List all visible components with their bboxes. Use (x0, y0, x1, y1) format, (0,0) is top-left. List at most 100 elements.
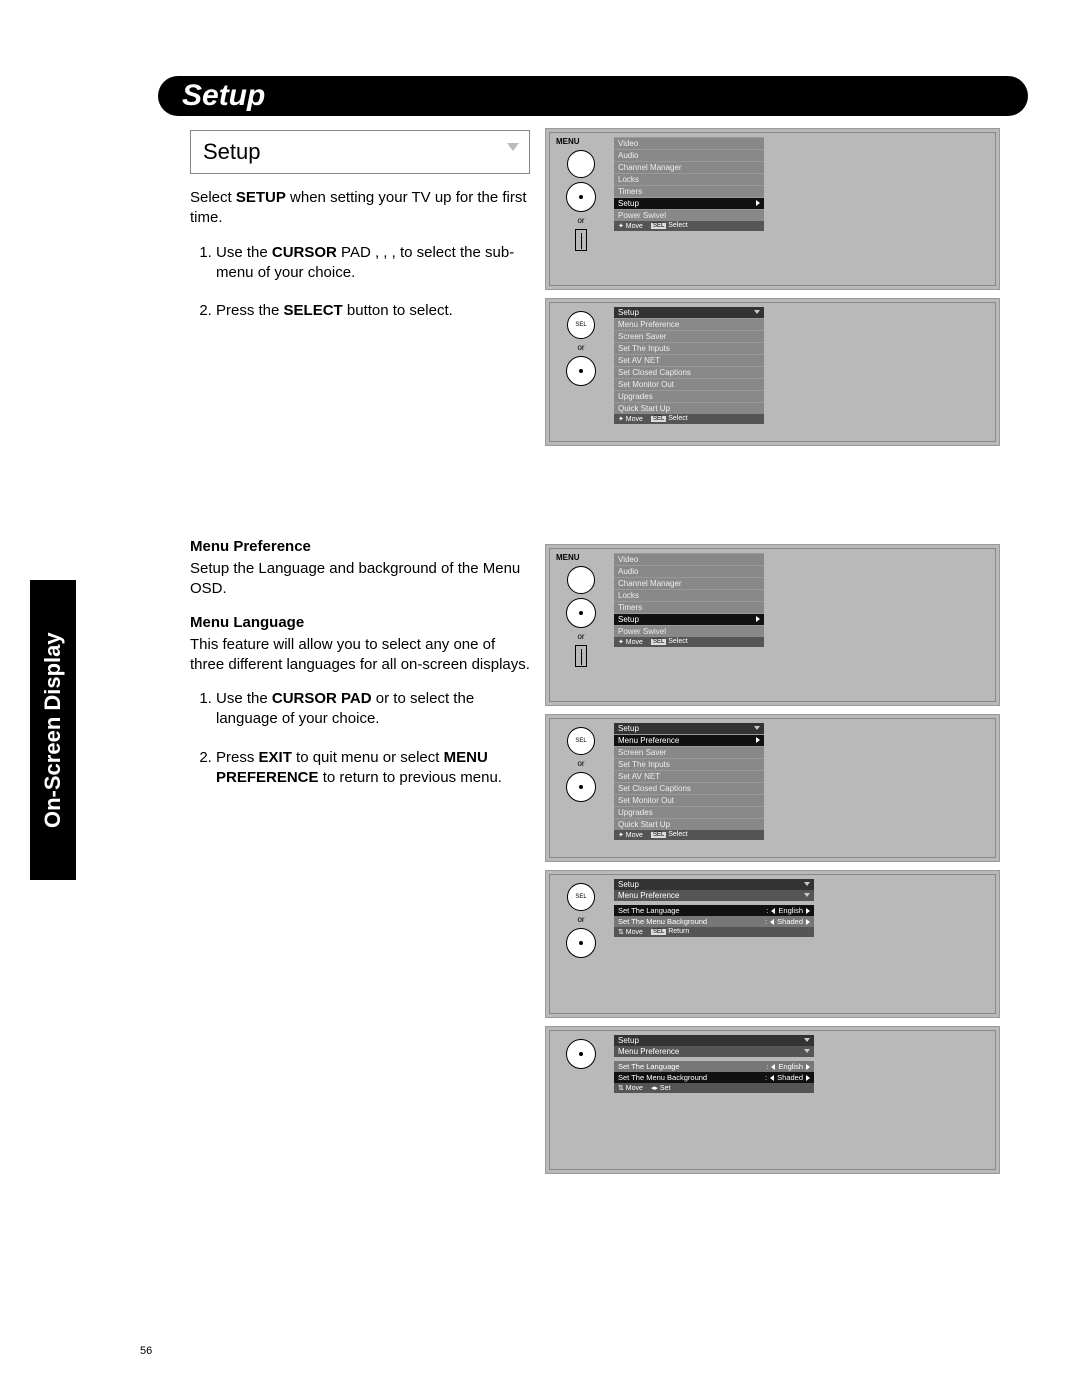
menu-item: Quick Start Up (614, 402, 764, 414)
menu-header: Setup (614, 1035, 814, 1046)
menu-language-heading: Menu Language (190, 614, 530, 631)
triangle-down-icon (804, 882, 810, 886)
tv-screen-2: SEL or SetupMenu PreferenceScreen SaverS… (545, 298, 1000, 446)
setup-menu-2: SetupMenu PreferenceScreen SaverSet The … (614, 723, 764, 840)
menu-label-3: MENU (556, 553, 606, 562)
menu-label: MENU (556, 137, 606, 146)
or-label-4: or (556, 759, 606, 768)
menu-item: Power Swivel (614, 209, 764, 221)
tv-screens-column: MENU or VideoAudioChannel ManagerLocksTi… (545, 128, 1000, 1182)
page-header: Setup (158, 76, 1028, 116)
pref-row: Set The Language: English (614, 1061, 814, 1072)
triangle-down-icon (507, 143, 519, 151)
remote-menu-button-icon (567, 150, 595, 178)
remote-dpad-icon-5 (566, 928, 596, 958)
or-label-5: or (556, 915, 606, 924)
remote-menu-button-icon-3 (567, 566, 595, 594)
tv-screen-5: SEL or SetupMenu Preference Set The Langu… (545, 870, 1000, 1018)
menu-header: Setup (614, 307, 764, 318)
menu-item: Setup (614, 197, 764, 209)
intro-text: Select SETUP when setting your TV up for… (190, 188, 530, 229)
menu-language-text: This feature will allow you to select an… (190, 635, 530, 676)
pref-menu-2: SetupMenu Preference Set The Language: En… (614, 1035, 814, 1093)
menu-item: Video (614, 137, 764, 149)
remote-dpad-icon-6 (566, 1039, 596, 1069)
triangle-down-icon (754, 726, 760, 730)
step-2: Press the SELECT button to select. (216, 301, 530, 321)
tv-screen-4: SEL or SetupMenu PreferenceScreen SaverS… (545, 714, 1000, 862)
step2-1: Use the CURSOR PAD or to select the lang… (216, 689, 530, 730)
menu-footer: ✦ MoveSEL Select (614, 637, 764, 647)
triangle-down-icon (754, 310, 760, 314)
menu-footer: ✦ MoveSEL Select (614, 830, 764, 840)
menu-preference-heading: Menu Preference (190, 538, 530, 555)
tv-screen-3: MENU or VideoAudioChannel ManagerLocksTi… (545, 544, 1000, 706)
menu-item: Menu Preference (614, 318, 764, 330)
menu-item: Set The Inputs (614, 342, 764, 354)
menu-item: Screen Saver (614, 330, 764, 342)
menu-item: Menu Preference (614, 734, 764, 746)
main-menu-2: VideoAudioChannel ManagerLocksTimersSetu… (614, 553, 764, 647)
menu-item: Timers (614, 185, 764, 197)
menu-item: Set Monitor Out (614, 378, 764, 390)
menu-header: Setup (614, 879, 814, 890)
remote-select-button-icon-5: SEL (567, 883, 595, 911)
menu-item: Set Monitor Out (614, 794, 764, 806)
remote-dpad-icon-3 (566, 598, 596, 628)
arrow-right-icon (806, 908, 810, 914)
menu-item: Locks (614, 173, 764, 185)
menu-item: Audio (614, 149, 764, 161)
menu-item: Video (614, 553, 764, 565)
side-tab: On-Screen Display (30, 580, 76, 880)
triangle-down-icon (804, 893, 810, 897)
remote-dpad-icon (566, 182, 596, 212)
menu-item: Set Closed Captions (614, 366, 764, 378)
tv-screen-1: MENU or VideoAudioChannel ManagerLocksTi… (545, 128, 1000, 290)
step2-2: Press EXIT to quit menu or select MENU P… (216, 748, 530, 789)
page-number: 56 (140, 1345, 152, 1357)
arrow-left-icon (770, 919, 774, 925)
menu-footer: ⇅ Move◂▸ Set (614, 1083, 814, 1093)
arrow-right-icon (756, 737, 760, 743)
pref-row: Set The Menu Background: Shaded (614, 916, 814, 927)
menu-item: Channel Manager (614, 161, 764, 173)
arrow-right-icon (756, 200, 760, 206)
menu-item: Audio (614, 565, 764, 577)
section-title-box: Setup (190, 130, 530, 174)
remote-dpad-icon-4 (566, 772, 596, 802)
menu-item: Set Closed Captions (614, 782, 764, 794)
arrow-left-icon (771, 1064, 775, 1070)
menu-item: Locks (614, 589, 764, 601)
remote-dpad-icon-2 (566, 356, 596, 386)
pref-row: Set The Language: English (614, 905, 814, 916)
main-menu-1: VideoAudioChannel ManagerLocksTimersSetu… (614, 137, 764, 231)
menu-subheader: Menu Preference (614, 890, 814, 901)
pref-row: Set The Menu Background: Shaded (614, 1072, 814, 1083)
arrow-right-icon (806, 1075, 810, 1081)
arrow-right-icon (806, 1064, 810, 1070)
remote-select-button-icon: SEL (567, 311, 595, 339)
steps-list-2: Use the CURSOR PAD or to select the lang… (190, 689, 530, 788)
menu-header: Setup (614, 723, 764, 734)
tv-screen-6: SetupMenu Preference Set The Language: En… (545, 1026, 1000, 1174)
triangle-down-icon (804, 1038, 810, 1042)
menu-footer: ✦ MoveSEL Select (614, 414, 764, 424)
arrow-right-icon (756, 616, 760, 622)
steps-list-1: Use the CURSOR PAD , , , to select the s… (190, 243, 530, 322)
menu-footer: ⇅ MoveSEL Return (614, 927, 814, 937)
menu-subheader: Menu Preference (614, 1046, 814, 1057)
remote-rocker-icon (575, 229, 587, 251)
menu-item: Timers (614, 601, 764, 613)
menu-item: Set AV NET (614, 770, 764, 782)
menu-item: Screen Saver (614, 746, 764, 758)
menu-item: Quick Start Up (614, 818, 764, 830)
arrow-right-icon (806, 919, 810, 925)
step-1: Use the CURSOR PAD , , , to select the s… (216, 243, 530, 284)
pref-menu-1: SetupMenu Preference Set The Language: En… (614, 879, 814, 937)
arrow-left-icon (770, 1075, 774, 1081)
menu-item: Upgrades (614, 390, 764, 402)
or-label-3: or (556, 632, 606, 641)
menu-footer: ✦ MoveSEL Select (614, 221, 764, 231)
arrow-left-icon (771, 908, 775, 914)
menu-preference-text: Setup the Language and background of the… (190, 559, 530, 600)
